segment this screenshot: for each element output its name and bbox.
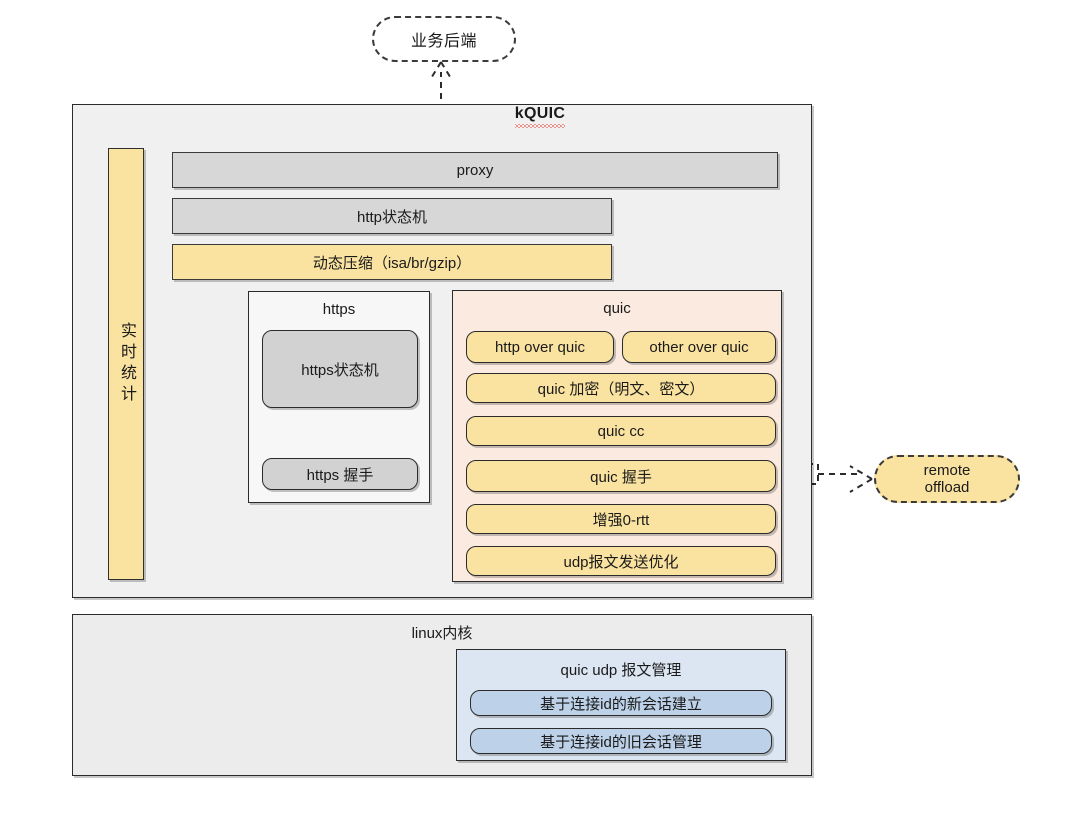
udp-send-optimization-label: udp报文发送优化 xyxy=(563,553,679,571)
quic-encryption-label: quic 加密（明文、密文） xyxy=(537,380,705,398)
old-session-by-connid-box[interactable]: 基于连接id的旧会话管理 xyxy=(470,728,772,754)
https-handshake-box[interactable]: https 握手 xyxy=(262,458,418,490)
quic-handshake-label: quic 握手 xyxy=(590,468,652,486)
enhanced-0rtt-box[interactable]: 增强0-rtt xyxy=(466,504,776,534)
quic-cc-label: quic cc xyxy=(597,422,645,440)
new-session-by-connid-label: 基于连接id的新会话建立 xyxy=(540,695,702,713)
other-over-quic-label: other over quic xyxy=(649,338,749,356)
remote-offload-bubble[interactable]: remote offload xyxy=(874,455,1020,503)
new-session-by-connid-box[interactable]: 基于连接id的新会话建立 xyxy=(470,690,772,716)
quic-group-title: quic xyxy=(603,300,631,317)
proxy-bar[interactable]: proxy xyxy=(172,152,778,188)
http-over-quic-box[interactable]: http over quic xyxy=(466,331,614,363)
kquic-title-text: kQUIC xyxy=(514,105,566,128)
other-over-quic-box[interactable]: other over quic xyxy=(622,331,776,363)
backend-bubble-label: 业务后端 xyxy=(410,33,477,50)
remote-offload-label-line2: offload xyxy=(924,479,970,496)
quic-encryption-box[interactable]: quic 加密（明文、密文） xyxy=(466,373,776,403)
https-state-machine-box[interactable]: https状态机 xyxy=(262,330,418,408)
dynamic-compression-label: 动态压缩（isa/br/gzip） xyxy=(312,254,472,272)
dynamic-compression-bar[interactable]: 动态压缩（isa/br/gzip） xyxy=(172,244,612,280)
http-state-machine-bar[interactable]: http状态机 xyxy=(172,198,612,234)
kquic-title: kQUIC xyxy=(0,105,1080,128)
proxy-bar-label: proxy xyxy=(456,161,494,179)
remote-offload-label-line1: remote xyxy=(923,461,971,479)
http-state-machine-label: http状态机 xyxy=(356,208,428,226)
backend-bubble[interactable]: 业务后端 xyxy=(372,16,516,62)
diagram-canvas: 业务后端 kQUIC 实时统计 proxy http状态机 动态压缩（isa/b… xyxy=(0,0,1080,815)
quic-cc-box[interactable]: quic cc xyxy=(466,416,776,446)
quic-handshake-box[interactable]: quic 握手 xyxy=(466,460,776,492)
old-session-by-connid-label: 基于连接id的旧会话管理 xyxy=(540,733,702,751)
https-handshake-label: https 握手 xyxy=(306,466,374,484)
realtime-stats-bar[interactable]: 实时统计 xyxy=(108,148,144,580)
realtime-stats-label: 实时统计 xyxy=(118,322,135,406)
udp-send-optimization-box[interactable]: udp报文发送优化 xyxy=(466,546,776,576)
linux-kernel-title: linux内核 xyxy=(411,625,473,642)
https-group-title: https xyxy=(322,301,356,318)
enhanced-0rtt-label: 增强0-rtt xyxy=(592,511,650,529)
quic-udp-management-title: quic udp 报文管理 xyxy=(560,662,682,679)
http-over-quic-label: http over quic xyxy=(494,338,586,356)
https-state-machine-label: https状态机 xyxy=(301,361,379,379)
